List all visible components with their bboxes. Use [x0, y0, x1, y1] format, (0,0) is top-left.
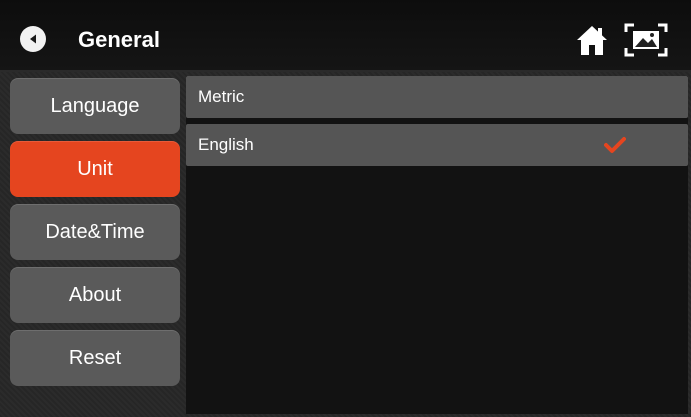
sidebar-item-language[interactable]: Language	[10, 78, 180, 134]
settings-sidebar: Language Unit Date&Time About Reset	[10, 78, 182, 408]
home-icon[interactable]	[574, 22, 610, 58]
back-arrow-icon	[30, 34, 36, 44]
option-label: Metric	[198, 87, 245, 106]
sidebar-item-label: About	[68, 283, 122, 306]
option-metric[interactable]: Metric	[186, 76, 688, 118]
back-button[interactable]	[20, 26, 46, 52]
sidebar-item-label: Reset	[68, 346, 122, 369]
top-bar: General	[0, 0, 691, 72]
sidebar-item-label: Language	[50, 94, 140, 117]
screenshot-icon[interactable]	[624, 22, 668, 58]
checkmark-icon	[604, 137, 626, 153]
page-title: General	[78, 27, 160, 52]
content-area: Language Unit Date&Time About Reset Metr…	[0, 72, 691, 417]
option-english[interactable]: English	[186, 124, 688, 166]
unit-options-panel: Metric English	[186, 76, 688, 414]
option-label: English	[198, 135, 254, 154]
settings-screen: General Language Unit Date&Time About Re…	[0, 0, 691, 417]
sidebar-item-reset[interactable]: Reset	[10, 330, 180, 386]
sidebar-item-label: Unit	[77, 157, 113, 180]
sidebar-item-unit[interactable]: Unit	[10, 141, 180, 197]
sidebar-item-about[interactable]: About	[10, 267, 180, 323]
sidebar-item-label: Date&Time	[45, 220, 145, 243]
sidebar-item-date-time[interactable]: Date&Time	[10, 204, 180, 260]
